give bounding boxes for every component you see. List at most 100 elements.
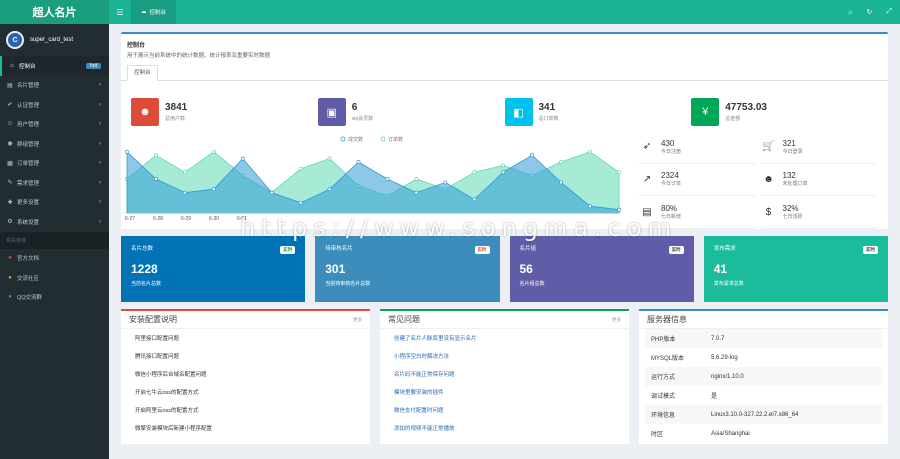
data-point[interactable] bbox=[472, 170, 477, 175]
info-box[interactable]: 待审核名片 实时 301 当前待审核名片总数 bbox=[315, 236, 500, 302]
data-point[interactable] bbox=[211, 187, 216, 192]
stat-label: 总用户数 bbox=[165, 116, 186, 122]
list-item[interactable]: 名片码不能正常保存问题 bbox=[380, 365, 629, 383]
info-box-label: 发布需求总数 bbox=[713, 281, 744, 287]
legend-marker bbox=[380, 136, 386, 142]
stat-card: ◧ 341 总订单数 bbox=[504, 93, 692, 131]
info-box[interactable]: 名片组 实时 56 名片组总数 bbox=[509, 236, 694, 302]
list-item[interactable]: 微信支付配置时问题 bbox=[380, 401, 629, 419]
data-point[interactable] bbox=[617, 170, 621, 175]
list-item[interactable]: 微擎安装模块后新建小程序配置 bbox=[121, 419, 370, 437]
data-point[interactable] bbox=[559, 160, 564, 164]
sidebar-item-5[interactable]: ▦ 订单管理 ‹ bbox=[0, 154, 109, 174]
faq-more-link[interactable]: 更多 bbox=[612, 317, 621, 323]
info-box-label: 当前名片总数 bbox=[131, 281, 162, 287]
sidebar-link-1[interactable]: ● 交流社区 bbox=[0, 268, 109, 288]
sidebar-item-3[interactable]: ☺ 用户管理 ‹ bbox=[0, 115, 109, 135]
list-item[interactable]: 开启七牛云oss的配置方式 bbox=[121, 383, 370, 401]
circle-icon: ● bbox=[8, 274, 12, 281]
data-point[interactable] bbox=[414, 190, 419, 195]
stat-row: ☻ 3841 总用户数 ▣ 6 vip会员数 ◧ 341 总订单数 ¥47753.03 总金额 bbox=[121, 81, 888, 131]
home-icon[interactable]: ⌂ bbox=[848, 9, 852, 16]
data-point[interactable] bbox=[472, 197, 477, 202]
stat-card: ☻ 3841 总用户数 bbox=[131, 93, 318, 131]
sidebar-item-6[interactable]: ✎ 需求管理 ‹ bbox=[0, 173, 109, 193]
sidebar-item-label: 群组管理 bbox=[17, 141, 40, 148]
sidebar-item-0[interactable]: ⌂ 控制台 hot bbox=[0, 56, 109, 76]
data-point[interactable] bbox=[356, 160, 361, 164]
x-tick-label: 6-28 bbox=[153, 216, 163, 222]
install-more-link[interactable]: 更多 bbox=[353, 317, 362, 323]
list-item[interactable]: 腾讯接口配置问题 bbox=[121, 347, 370, 365]
data-point[interactable] bbox=[588, 149, 593, 154]
data-point[interactable] bbox=[327, 156, 332, 161]
book-icon: ▣ bbox=[317, 98, 346, 126]
mini-stat-value: 2324 bbox=[661, 171, 679, 181]
x-tick-label: 6-30 bbox=[209, 216, 219, 222]
info-box[interactable]: 名片总数 实时 1228 当前名片总数 bbox=[121, 236, 306, 302]
server-value: 5.6.29-log bbox=[711, 354, 738, 361]
list-item[interactable]: 开启阿里云oss的配置方式 bbox=[121, 401, 370, 419]
data-point[interactable] bbox=[298, 166, 303, 171]
mini-stat: 🛒 321 今日登录 bbox=[760, 131, 876, 164]
sidebar-link-0[interactable]: ● 官方文档 bbox=[0, 249, 109, 269]
sidebar-item-label: 认证管理 bbox=[17, 102, 40, 109]
server-value: nginx/1.10.0 bbox=[711, 373, 744, 380]
info-box-value: 301 bbox=[325, 262, 346, 276]
refresh-icon[interactable]: ↻ bbox=[867, 8, 873, 16]
sidebar-item-2[interactable]: ✔ 认证管理 ‹ bbox=[0, 95, 109, 115]
data-point[interactable] bbox=[182, 190, 187, 195]
sidebar-item-8[interactable]: ⚙ 系统设置 ‹ bbox=[0, 212, 109, 232]
menu-toggle-icon[interactable]: ☰ bbox=[109, 8, 131, 17]
sidebar-item-4[interactable]: ◉ 群组管理 ‹ bbox=[0, 134, 109, 154]
sidebar-item-label: 需求管理 bbox=[17, 180, 40, 187]
tab-dashboard[interactable]: ☁ 控制台 bbox=[131, 0, 177, 24]
data-point[interactable] bbox=[501, 170, 506, 175]
stat-label: 总订单数 bbox=[538, 116, 559, 122]
stat-value: 47753.03 bbox=[725, 102, 767, 113]
data-point[interactable] bbox=[414, 177, 419, 181]
data-point[interactable] bbox=[211, 149, 216, 154]
data-point[interactable] bbox=[617, 207, 621, 212]
data-point[interactable] bbox=[269, 190, 274, 195]
sidebar-item-1[interactable]: ▤ 名片管理 ‹ bbox=[0, 76, 109, 96]
info-box-title: 名片组 bbox=[519, 246, 537, 252]
data-point[interactable] bbox=[298, 200, 303, 205]
data-point[interactable] bbox=[153, 177, 158, 181]
install-panel: 安装配置说明 更多 阿里接口配置问题 腾讯接口配置问题 微信小程序后台域名配置问题 开启… bbox=[121, 309, 370, 444]
list-item[interactable]: 创建了名片人脉库里没有显示名片 bbox=[380, 329, 629, 347]
server-title: 服务器信息 bbox=[647, 315, 687, 324]
sidebar-item-label: 用户管理 bbox=[17, 122, 40, 129]
list-item[interactable]: 模块里要安装的插件 bbox=[380, 383, 629, 401]
legend-label[interactable]: 成交数 bbox=[348, 136, 363, 143]
server-row: 时区 Asia/Shanghai bbox=[645, 424, 882, 443]
avatar[interactable]: C bbox=[6, 31, 24, 49]
sidebar-link-2[interactable]: ● QQ交流群 bbox=[0, 288, 109, 308]
info-box[interactable]: 发布需求 实时 41 发布需求总数 bbox=[703, 236, 888, 302]
sidebar-item-7[interactable]: ✚ 更多设置 ‹ bbox=[0, 193, 109, 213]
data-point[interactable] bbox=[501, 163, 506, 168]
app-logo[interactable]: 超人名片 bbox=[0, 0, 109, 24]
sidebar: 超人名片 C super_card_test ⌂ 控制台 hot ▤ 名片管理 ‹ ✔ 认证管… bbox=[0, 0, 109, 459]
stat-value: 6 bbox=[351, 102, 358, 113]
data-point[interactable] bbox=[182, 170, 187, 175]
list-item[interactable]: 阿里接口配置问题 bbox=[121, 329, 370, 347]
data-point[interactable] bbox=[240, 156, 245, 161]
stat-value: 341 bbox=[538, 102, 556, 113]
fullscreen-icon[interactable]: ⤢ bbox=[886, 8, 892, 16]
list-item[interactable]: 微信小程序后台域名配置问题 bbox=[121, 365, 370, 383]
data-point[interactable] bbox=[153, 153, 158, 158]
data-point[interactable] bbox=[327, 187, 332, 192]
list-item[interactable]: 添加的视频不能正常播放 bbox=[380, 419, 629, 437]
list-item[interactable]: 小程序空白时解决方法 bbox=[380, 347, 629, 365]
legend-label[interactable]: 订单数 bbox=[388, 136, 403, 143]
tab-console[interactable]: 控制台 bbox=[127, 65, 158, 81]
data-point[interactable] bbox=[588, 204, 593, 209]
data-point[interactable] bbox=[443, 180, 448, 185]
server-value: 是 bbox=[711, 394, 718, 400]
data-point[interactable] bbox=[530, 153, 535, 158]
data-point[interactable] bbox=[559, 180, 564, 185]
data-point[interactable] bbox=[125, 149, 129, 154]
sidebar-item-label: 系统设置 bbox=[17, 219, 40, 226]
data-point[interactable] bbox=[385, 177, 390, 181]
